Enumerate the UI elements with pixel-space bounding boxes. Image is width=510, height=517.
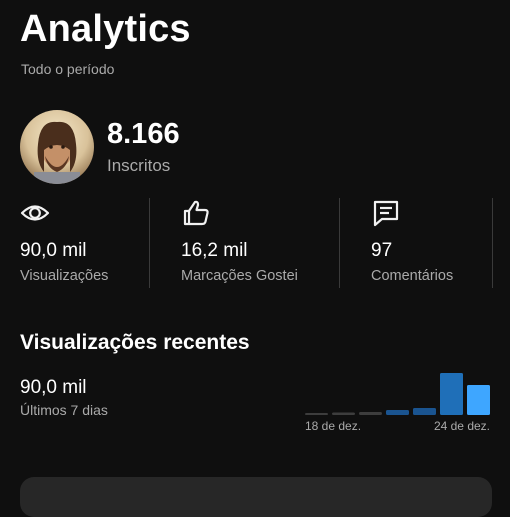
chart-bar[interactable] <box>332 412 355 416</box>
subscriber-count: 8.166 <box>107 118 180 150</box>
page-title: Analytics <box>20 8 191 50</box>
views-label: Visualizações <box>20 268 109 284</box>
chart-bar[interactable] <box>386 410 409 415</box>
views-value: 90,0 mil <box>20 240 87 261</box>
comment-icon <box>373 200 399 227</box>
chart-bar[interactable] <box>413 408 436 415</box>
chart-bar[interactable] <box>305 413 328 415</box>
divider <box>339 198 340 288</box>
chart-bar[interactable] <box>440 373 463 415</box>
bottom-card[interactable] <box>20 477 492 517</box>
period-label[interactable]: Todo o período <box>21 61 114 77</box>
recent-views-title: Visualizações recentes <box>20 331 250 354</box>
comments-label: Comentários <box>371 268 454 284</box>
divider <box>492 198 493 288</box>
recent-views-value: 90,0 mil <box>20 377 87 398</box>
recent-views-period: Últimos 7 dias <box>20 402 108 418</box>
chart-bar[interactable] <box>359 412 382 415</box>
comments-value: 97 <box>371 240 393 261</box>
avatar-image <box>20 110 94 184</box>
chart-x-tick-label: 24 de dez. <box>434 419 490 433</box>
likes-value: 16,2 mil <box>181 240 248 261</box>
chart-x-tick-label: 18 de dez. <box>305 419 361 433</box>
eye-icon <box>20 205 50 221</box>
recent-views-chart[interactable]: 18 de dez. 24 de dez. <box>303 364 493 444</box>
subscriber-label: Inscritos <box>107 156 171 175</box>
chart-bar[interactable] <box>467 385 490 415</box>
thumbs-up-icon <box>183 200 209 226</box>
likes-label: Marcações Gostei <box>181 268 298 284</box>
divider <box>149 198 150 288</box>
channel-avatar[interactable] <box>20 110 94 184</box>
